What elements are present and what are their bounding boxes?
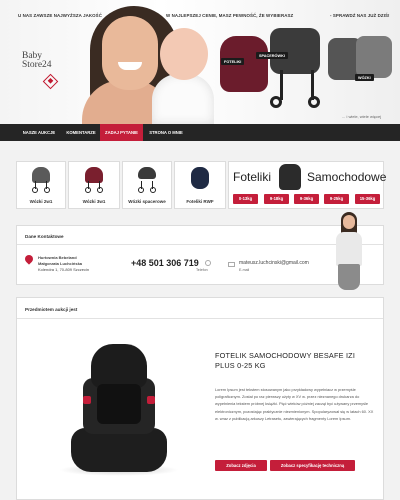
weight-filter-9-36[interactable]: 9-36kg	[294, 194, 319, 204]
badge-wozki[interactable]: WÓZKI	[355, 74, 374, 81]
category-label: Wózki 2w1	[29, 199, 53, 204]
view-photos-button[interactable]: Zobacz zdjęcia	[215, 460, 267, 471]
phone-number[interactable]: +48 501 306 719	[131, 258, 199, 268]
mail-icon	[228, 262, 235, 267]
product-image[interactable]	[59, 344, 179, 479]
car-seat-icon	[279, 164, 301, 190]
stroller-seat	[270, 28, 320, 74]
address: Kolendra 1, 70-809 Szczecin	[38, 267, 90, 272]
location-pin-icon	[23, 253, 35, 265]
buggy-icon	[136, 167, 158, 193]
divider	[17, 244, 383, 245]
mother-baby-photo	[76, 2, 214, 124]
contact-person: Małgorzata Luchcińska	[38, 261, 83, 266]
weight-filter-15-36[interactable]: 15-36kg	[355, 194, 380, 204]
header-banner: U NAS ZAWSZE NAJWYŻSZA JAKOŚĆ W NAJLEPSZ…	[0, 0, 400, 124]
category-label: Wózki spacerowe	[128, 199, 166, 204]
stroller-3in1-icon	[83, 167, 105, 193]
email-link[interactable]: mateusz.luchcinski@gmail.com	[239, 260, 309, 266]
stroller-2in1-icon	[30, 167, 52, 193]
badge-spacerowki[interactable]: SPACERÓWKI	[256, 52, 288, 59]
baby-body	[152, 74, 214, 124]
nav-item-about[interactable]: STRONA O MNIE	[143, 124, 189, 141]
stroller-wheel-icon	[270, 96, 282, 108]
auction-panel: Przedmiotem aukcji jest FOTELIK SAMOCHOD…	[16, 297, 384, 500]
category-label: Foteliki RWF	[186, 199, 214, 204]
mother-face	[102, 16, 158, 90]
stroller-wheel-icon	[308, 96, 320, 108]
stroller-frame	[280, 70, 314, 100]
category-card-3w1[interactable]: Wózki 3w1	[68, 161, 120, 209]
nav-item-comments[interactable]: KOMENTARZE	[62, 124, 100, 141]
weight-filter-9-25[interactable]: 9-25kg	[324, 194, 349, 204]
car-seats-panel: Foteliki Samochodowe 0-13kg 9-18kg 9-36k…	[228, 161, 387, 209]
car-seats-title-right: Samochodowe	[307, 170, 387, 184]
divider	[17, 318, 383, 319]
nav-item-auctions[interactable]: NASZE AUKCJE	[16, 124, 62, 141]
category-card-2w1[interactable]: Wózki 2w1	[16, 161, 66, 209]
badge-foteliki[interactable]: FOTELIKI	[221, 58, 245, 65]
pram-image-2	[356, 36, 392, 78]
weight-filter-9-18[interactable]: 9-18kg	[264, 194, 289, 204]
more-products-text: ... i wiele, wiele więcej	[342, 114, 382, 119]
consultant-photo	[330, 210, 368, 300]
view-spec-button[interactable]: Zobacz specyfikację techniczną	[270, 460, 355, 471]
baby-face	[160, 28, 208, 80]
store-logo[interactable]: Baby Store24	[22, 51, 82, 98]
product-description: Lorem Ipsum jest tekstem stosowanym jako…	[215, 387, 374, 421]
stroller-image	[264, 20, 326, 108]
car-seat-rwf-icon	[189, 167, 211, 193]
contact-panel: Dane Kontaktowe Hurtownia Bebeland Małgo…	[16, 225, 384, 285]
email-label: E-mail	[239, 268, 250, 272]
contact-title: Dane Kontaktowe	[25, 234, 64, 239]
logo-line-2: Store24	[22, 60, 52, 70]
product-name: FOTELIK SAMOCHODOWY BESAFE IZI PLUS 0-25…	[215, 351, 356, 370]
category-card-spacerowe[interactable]: Wózki spacerowe	[122, 161, 172, 209]
category-card-rwf[interactable]: Foteliki RWF	[174, 161, 226, 209]
logo-diamond-icon	[42, 73, 59, 90]
nav-item-ask-question[interactable]: ZADAJ PYTANIE	[100, 124, 143, 141]
car-seats-title-left: Foteliki	[233, 170, 272, 184]
phone-label: Telefon	[196, 268, 208, 272]
category-label: Wózki 3w1	[82, 199, 106, 204]
tagline-check: - SPRAWDŹ NAS JUŻ DZIŚ!	[330, 13, 390, 18]
auction-title: Przedmiotem aukcji jest	[25, 307, 78, 312]
page: U NAS ZAWSZE NAJWYŻSZA JAKOŚĆ W NAJLEPSZ…	[0, 0, 400, 500]
main-nav: NASZE AUKCJE KOMENTARZE ZADAJ PYTANIE ST…	[0, 124, 400, 141]
phone-icon	[205, 260, 211, 266]
company-name: Hurtownia Bebeland	[38, 255, 77, 260]
weight-filter-0-13[interactable]: 0-13kg	[233, 194, 258, 204]
